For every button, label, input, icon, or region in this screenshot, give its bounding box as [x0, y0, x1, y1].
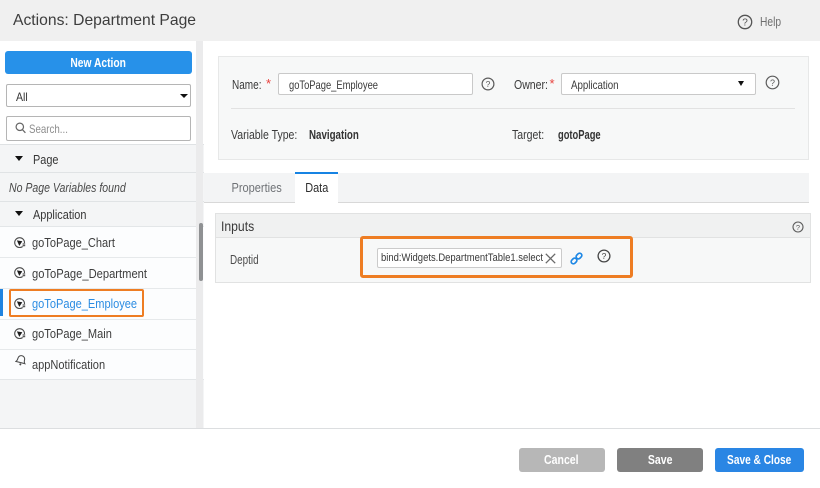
svg-text:?: ?: [602, 251, 607, 261]
svg-text:?: ?: [770, 78, 775, 88]
svg-text:?: ?: [742, 18, 748, 29]
svg-text:?: ?: [796, 223, 800, 232]
svg-text:?: ?: [485, 79, 490, 89]
